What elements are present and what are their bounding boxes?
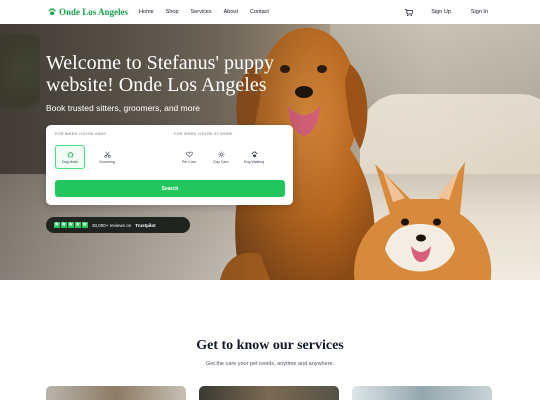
star-icon [82,221,88,229]
service-label: Dog Hotel [62,159,78,164]
scissors-icon [103,151,111,158]
hero-subtitle: Book trusted sitters, groomers, and more [46,103,201,113]
service-search-card: FOR WHEN YOU'RE AWAY FOR WHEN YOU'RE AT … [46,125,293,205]
sun-icon [217,150,225,158]
service-option-dog-hotel[interactable]: Dog Hotel [55,145,85,169]
rating-stars [54,221,88,229]
nav-link-services[interactable]: Services [191,9,212,15]
heart-icon [185,151,193,157]
star-icon [68,221,74,229]
sign-up-link[interactable]: Sign Up [431,9,451,15]
service-card-image[interactable] [352,386,492,400]
away-group-label: FOR WHEN YOU'RE AWAY [55,132,107,136]
nav-link-contact[interactable]: Contact [250,9,269,15]
nav-link-about[interactable]: About [224,9,238,15]
search-button[interactable]: Search [55,180,285,197]
star-icon [54,221,60,229]
services-title: Get to know our services [196,338,344,353]
corgi-image [354,162,492,280]
hero-section: Welcome to Stefanus' puppy website! Onde… [0,24,540,280]
cart-icon[interactable] [404,8,414,17]
nav-link-shop[interactable]: Shop [166,9,179,15]
service-label: Grooming [99,159,115,164]
brand-logo[interactable]: Onde Los Angeles [48,7,138,17]
services-subtitle: Get the care your pet needs, anytime and… [205,361,335,367]
rating-badge[interactable]: 30,000+ reviews on Trustpilot [46,217,190,233]
house-icon [66,151,74,157]
service-label: Day Care [213,159,229,164]
top-nav: Onde Los Angeles Home Shop Services Abou… [0,0,540,24]
sign-in-link[interactable]: Sign In [471,9,488,15]
service-label: Pet Care [181,159,197,164]
nav-link-home[interactable]: Home [139,9,154,15]
nav-actions: Sign Up Sign In [404,8,528,17]
nav-links: Home Shop Services About Contact [139,9,269,15]
reviews-count: 30,000+ reviews on [92,222,132,228]
paw-icon [251,151,257,157]
service-option-pet-care[interactable]: Pet Care [174,145,204,169]
star-icon [75,221,81,229]
service-label: Dog Walking [243,159,265,164]
service-option-day-care[interactable]: Day Care [206,145,236,169]
paw-icon [48,8,56,15]
service-option-dog-walking[interactable]: Dog Walking [239,145,269,169]
work-group-label: FOR WHEN YOU'RE AT WORK [174,132,233,136]
service-card-image[interactable] [199,386,339,400]
service-card-image[interactable] [46,386,186,400]
service-option-grooming[interactable]: Grooming [92,145,122,169]
brand-name: Onde Los Angeles [59,7,129,17]
hero-title: Welcome to Stefanus' puppy website! Onde… [46,52,275,96]
star-icon [61,221,67,229]
review-platform: Trustpilot [135,222,156,228]
